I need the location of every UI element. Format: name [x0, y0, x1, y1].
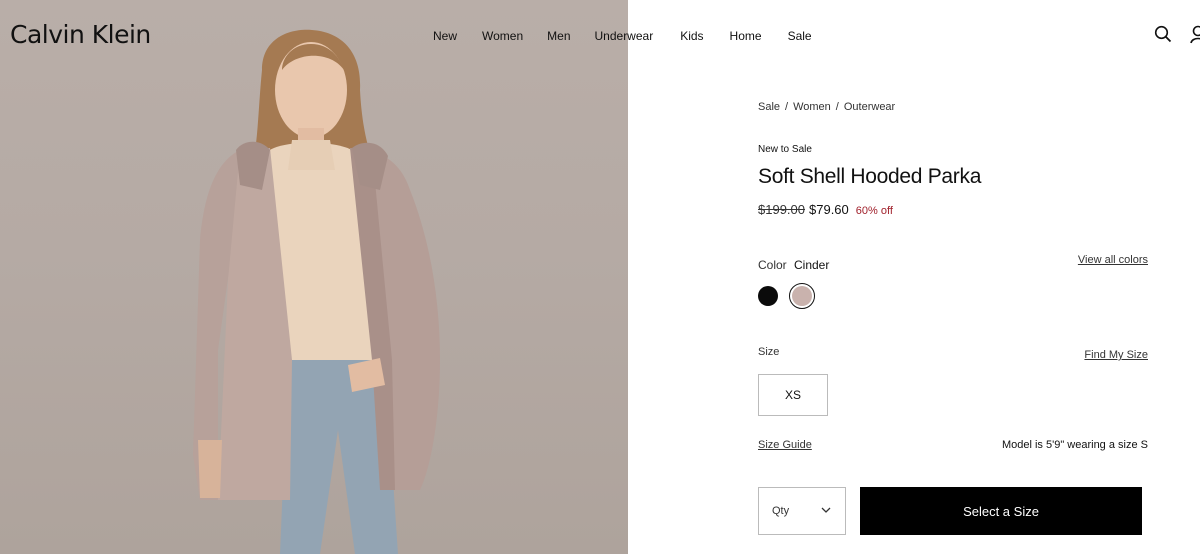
brand-logo[interactable]: Calvin Klein — [10, 20, 151, 49]
size-guide-link[interactable]: Size Guide — [758, 439, 812, 451]
nav-item-sale[interactable]: Sale — [788, 29, 812, 43]
chevron-down-icon — [821, 507, 831, 513]
product-title: Soft Shell Hooded Parka — [758, 165, 982, 188]
new-to-sale-badge: New to Sale — [758, 144, 812, 155]
breadcrumb: Sale / Women / Outerwear — [758, 101, 895, 113]
sale-price: $79.60 — [809, 202, 849, 217]
nav-item-home[interactable]: Home — [730, 29, 762, 43]
main-nav: New Women Men Underwear Kids Home Sale — [433, 29, 812, 43]
size-label: Size — [758, 346, 780, 358]
color-label: Color — [758, 258, 787, 272]
find-my-size-link[interactable]: Find My Size — [1084, 349, 1148, 361]
original-price: $199.00 — [758, 202, 805, 217]
nav-item-kids[interactable]: Kids — [680, 29, 703, 43]
price-row: $199.00 $79.60 60% off — [758, 202, 893, 217]
quantity-label: Qty — [772, 505, 790, 517]
discount-label: 60% off — [855, 205, 893, 217]
product-page: Calvin Klein New Women Men Underwear Kid… — [0, 0, 1200, 554]
nav-item-men[interactable]: Men — [547, 29, 570, 43]
search-icon[interactable] — [1154, 25, 1172, 43]
account-icon[interactable] — [1190, 24, 1200, 44]
nav-item-women[interactable]: Women — [482, 29, 523, 43]
color-swatch-cinder[interactable] — [792, 286, 812, 306]
breadcrumb-item-outerwear[interactable]: Outerwear — [844, 101, 895, 113]
view-all-colors-link[interactable]: View all colors — [1078, 254, 1148, 266]
breadcrumb-item-sale[interactable]: Sale — [758, 101, 780, 113]
size-option-xs[interactable]: XS — [758, 374, 828, 416]
select-size-button[interactable]: Select a Size — [860, 487, 1142, 535]
selected-color-name: Cinder — [794, 258, 830, 272]
nav-item-new[interactable]: New — [433, 29, 457, 43]
breadcrumb-separator: / — [835, 101, 839, 113]
quantity-select[interactable]: Qty — [758, 487, 846, 535]
nav-item-underwear[interactable]: Underwear — [595, 29, 654, 43]
model-size-info: Model is 5'9" wearing a size S — [1001, 439, 1148, 451]
product-image[interactable] — [0, 0, 628, 554]
breadcrumb-item-women[interactable]: Women — [793, 101, 831, 113]
breadcrumb-separator: / — [785, 101, 789, 113]
model-photo-illustration — [193, 29, 440, 554]
color-swatch-black[interactable] — [758, 286, 778, 306]
